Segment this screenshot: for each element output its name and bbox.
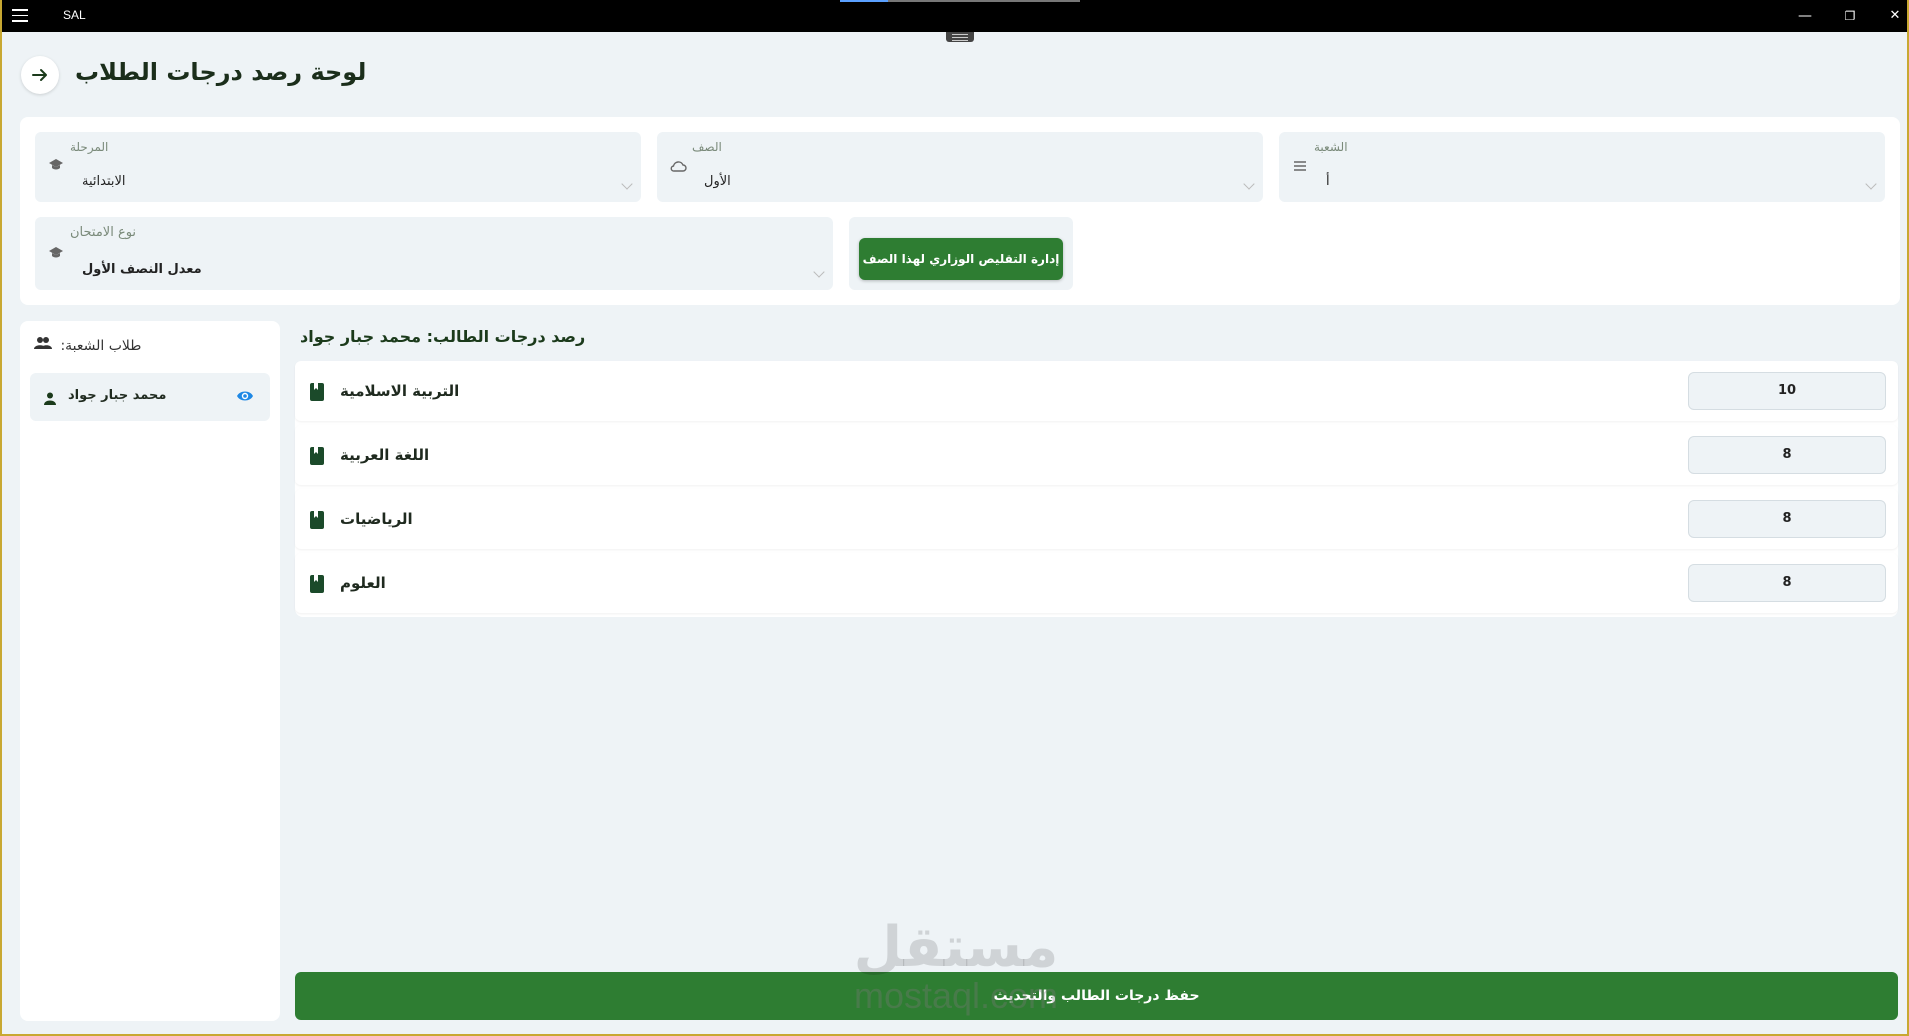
- exam-type-label: نوع الامتحان: [70, 225, 137, 240]
- subject-row: التربية الاسلامية 10: [295, 361, 1898, 421]
- ministry-action-box: إدارة التقليص الوزاري لهذا الصف: [849, 217, 1073, 290]
- students-panel: طلاب الشعبة: محمد جبار جواد: [20, 321, 280, 1021]
- grades-title: رصد درجات الطالب: محمد جبار جواد: [300, 327, 586, 346]
- ministry-reduction-button[interactable]: إدارة التقليص الوزاري لهذا الصف: [859, 238, 1063, 280]
- graduation-cap-icon: [47, 246, 65, 264]
- subject-name: العلوم: [340, 574, 386, 592]
- book-icon: [310, 511, 324, 533]
- subjects-list: التربية الاسلامية 10 اللغة العربية 8 الر…: [295, 361, 1898, 617]
- book-icon: [310, 447, 324, 469]
- back-button[interactable]: [21, 56, 59, 94]
- subject-name: اللغة العربية: [340, 446, 430, 464]
- section-label: الشعبة: [1314, 140, 1348, 154]
- eye-icon[interactable]: [236, 388, 254, 407]
- chevron-down-icon: [813, 266, 825, 278]
- book-icon: [310, 383, 324, 405]
- arrow-right-icon: [32, 69, 47, 81]
- student-name: محمد جبار جواد: [68, 388, 167, 403]
- grade-input[interactable]: 8: [1688, 500, 1886, 538]
- grade-select[interactable]: الصف الأول: [657, 132, 1263, 202]
- cloud-icon: [669, 158, 687, 176]
- titlebar-progress: [840, 0, 1080, 2]
- save-grades-button[interactable]: حفظ درجات الطالب والتحديث: [295, 972, 1898, 1020]
- students-title-row: طلاب الشعبة:: [34, 336, 141, 354]
- student-list-item[interactable]: محمد جبار جواد: [30, 373, 270, 421]
- book-icon: [310, 575, 324, 597]
- grade-label: الصف: [692, 140, 722, 154]
- subject-name: الرياضيات: [340, 510, 413, 528]
- graduation-cap-icon: [47, 158, 65, 176]
- list-icon: [1291, 158, 1309, 176]
- drag-handle[interactable]: [946, 32, 974, 42]
- subject-row: اللغة العربية 8: [295, 425, 1898, 485]
- minimize-button[interactable]: —: [1790, 4, 1820, 28]
- stage-select[interactable]: المرحلة الابتدائية: [35, 132, 641, 202]
- subject-row: العلوم 8: [295, 553, 1898, 613]
- students-title: طلاب الشعبة:: [60, 338, 142, 354]
- exam-type-value: معدل النصف الأول: [82, 262, 202, 277]
- stage-value: الابتدائية: [82, 174, 126, 189]
- section-value: أ: [1326, 174, 1330, 189]
- grade-input[interactable]: 8: [1688, 436, 1886, 474]
- title-bar: SAL — ❐ ✕: [0, 0, 1909, 32]
- group-icon: [34, 336, 52, 354]
- chevron-down-icon: [1243, 178, 1255, 190]
- grade-input[interactable]: 8: [1688, 564, 1886, 602]
- stage-label: المرحلة: [70, 140, 109, 154]
- grade-value: الأول: [704, 174, 731, 189]
- page-title: لوحة رصد درجات الطلاب: [75, 58, 367, 86]
- exam-type-select[interactable]: نوع الامتحان معدل النصف الأول: [35, 217, 833, 290]
- subject-name: التربية الاسلامية: [340, 382, 460, 400]
- chevron-down-icon: [621, 178, 633, 190]
- grade-input[interactable]: 10: [1688, 372, 1886, 410]
- app-name: SAL: [63, 8, 86, 22]
- close-button[interactable]: ✕: [1880, 4, 1909, 28]
- watermark-arabic: مستقل: [853, 915, 1059, 980]
- subject-row: الرياضيات 8: [295, 489, 1898, 549]
- menu-icon[interactable]: [12, 9, 28, 22]
- person-icon: [44, 390, 56, 409]
- chevron-down-icon: [1865, 178, 1877, 190]
- restore-button[interactable]: ❐: [1835, 4, 1865, 28]
- section-select[interactable]: الشعبة أ: [1279, 132, 1885, 202]
